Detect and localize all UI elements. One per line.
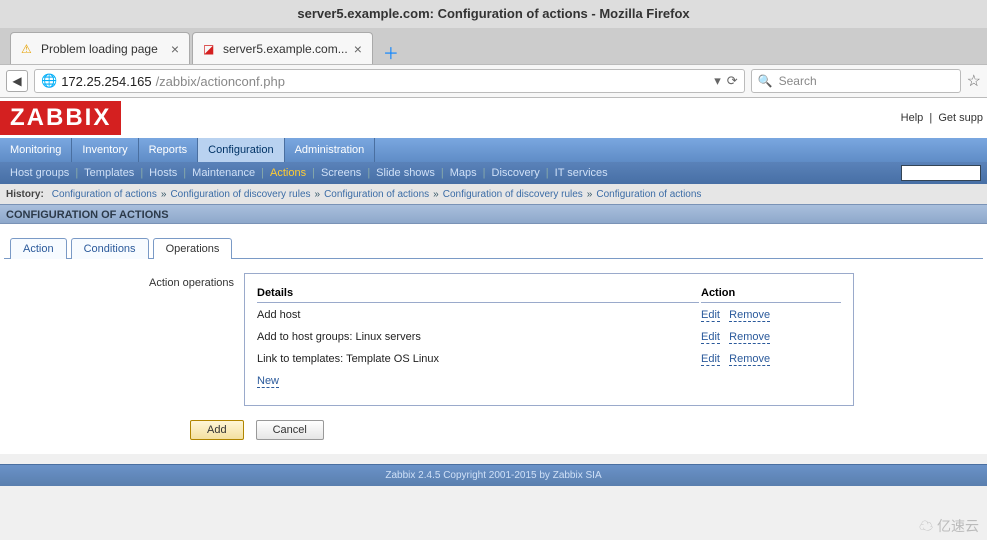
sub-nav: Host groups| Templates| Hosts| Maintenan… <box>0 162 987 184</box>
remove-link[interactable]: Remove <box>729 309 770 322</box>
browser-tab-zabbix[interactable]: ◪ server5.example.com... × <box>192 32 373 64</box>
breadcrumb-label: History: <box>6 189 44 200</box>
subnav-discovery[interactable]: Discovery <box>488 167 544 179</box>
logo: ZABBIX <box>0 101 121 135</box>
window-title: server5.example.com: Configuration of ac… <box>0 0 987 28</box>
subnav-templates[interactable]: Templates <box>80 167 138 179</box>
subnav-search-input[interactable] <box>901 165 981 181</box>
form-label-operations: Action operations <box>4 273 244 406</box>
page-body: Action Conditions Operations Action oper… <box>0 224 987 454</box>
th-action: Action <box>701 284 841 303</box>
watermark: ☁ 亿速云 <box>919 516 979 536</box>
breadcrumb-item[interactable]: Configuration of actions <box>324 189 429 200</box>
zabbix-favicon: ◪ <box>203 42 217 56</box>
nav-configuration[interactable]: Configuration <box>198 138 284 162</box>
search-icon: 🔍 <box>758 74 773 88</box>
subnav-screens[interactable]: Screens <box>317 167 365 179</box>
support-link[interactable]: Get supp <box>938 112 983 124</box>
cancel-button[interactable]: Cancel <box>256 420 324 440</box>
app-header: ZABBIX Help | Get supp <box>0 98 987 138</box>
inner-tabs: Action Conditions Operations <box>10 238 983 259</box>
dropdown-icon[interactable]: ▾ <box>714 73 721 89</box>
url-bar: ◀ 🌐 172.25.254.165/zabbix/actionconf.php… <box>0 64 987 98</box>
page-title: CONFIGURATION OF ACTIONS <box>0 204 987 224</box>
reload-icon[interactable]: ⟳ <box>727 73 738 89</box>
browser-tabs: ⚠ Problem loading page × ◪ server5.examp… <box>0 28 987 64</box>
tab-operations[interactable]: Operations <box>153 238 233 259</box>
subnav-host-groups[interactable]: Host groups <box>6 167 73 179</box>
operations-box: Details Action Add host Edit Remove Add … <box>244 273 854 406</box>
warning-icon: ⚠ <box>21 42 35 56</box>
tab-conditions[interactable]: Conditions <box>71 238 149 259</box>
subnav-hosts[interactable]: Hosts <box>145 167 181 179</box>
browser-tab-label: server5.example.com... <box>223 42 348 56</box>
close-icon[interactable]: × <box>354 41 362 57</box>
subnav-it-services[interactable]: IT services <box>551 167 612 179</box>
breadcrumb-item[interactable]: Configuration of discovery rules <box>170 189 310 200</box>
breadcrumb-item[interactable]: Configuration of discovery rules <box>443 189 583 200</box>
remove-link[interactable]: Remove <box>729 331 770 344</box>
tab-action[interactable]: Action <box>10 238 67 259</box>
table-row: Link to templates: Template OS Linux Edi… <box>257 349 841 369</box>
bookmark-icon[interactable]: ☆ <box>967 71 981 91</box>
nav-inventory[interactable]: Inventory <box>72 138 138 162</box>
search-input[interactable]: 🔍 Search <box>751 69 961 93</box>
breadcrumb-item[interactable]: Configuration of actions <box>52 189 157 200</box>
browser-tab-problem[interactable]: ⚠ Problem loading page × <box>10 32 190 64</box>
globe-icon: 🌐 <box>41 73 57 89</box>
th-details: Details <box>257 284 699 303</box>
new-tab-button[interactable]: ＋ <box>381 40 401 60</box>
remove-link[interactable]: Remove <box>729 353 770 366</box>
cell-details: Add to host groups: Linux servers <box>257 327 699 347</box>
add-button[interactable]: Add <box>190 420 244 440</box>
cell-details: Link to templates: Template OS Linux <box>257 349 699 369</box>
footer: Zabbix 2.4.5 Copyright 2001-2015 by Zabb… <box>0 464 987 486</box>
cell-details: Add host <box>257 305 699 325</box>
nav-administration[interactable]: Administration <box>285 138 376 162</box>
browser-tab-label: Problem loading page <box>41 42 158 56</box>
edit-link[interactable]: Edit <box>701 353 720 366</box>
subnav-slideshows[interactable]: Slide shows <box>372 167 439 179</box>
new-operation-link[interactable]: New <box>257 375 279 388</box>
url-input[interactable]: 🌐 172.25.254.165/zabbix/actionconf.php ▾… <box>34 69 745 93</box>
nav-monitoring[interactable]: Monitoring <box>0 138 72 162</box>
back-button[interactable]: ◀ <box>6 70 28 92</box>
table-row: Add to host groups: Linux servers Edit R… <box>257 327 841 347</box>
subnav-maps[interactable]: Maps <box>446 167 481 179</box>
close-icon[interactable]: × <box>171 41 179 57</box>
breadcrumb-item[interactable]: Configuration of actions <box>596 189 701 200</box>
breadcrumb: History: Configuration of actions » Conf… <box>0 184 987 204</box>
main-nav: Monitoring Inventory Reports Configurati… <box>0 138 987 162</box>
url-path: /zabbix/actionconf.php <box>156 74 285 89</box>
search-placeholder: Search <box>779 74 817 88</box>
help-link[interactable]: Help <box>901 112 924 124</box>
cloud-icon: ☁ <box>919 518 933 534</box>
edit-link[interactable]: Edit <box>701 309 720 322</box>
subnav-maintenance[interactable]: Maintenance <box>188 167 259 179</box>
url-host: 172.25.254.165 <box>61 74 151 89</box>
edit-link[interactable]: Edit <box>701 331 720 344</box>
nav-reports[interactable]: Reports <box>139 138 199 162</box>
subnav-actions[interactable]: Actions <box>266 167 310 179</box>
table-row: Add host Edit Remove <box>257 305 841 325</box>
header-links: Help | Get supp <box>901 112 987 124</box>
